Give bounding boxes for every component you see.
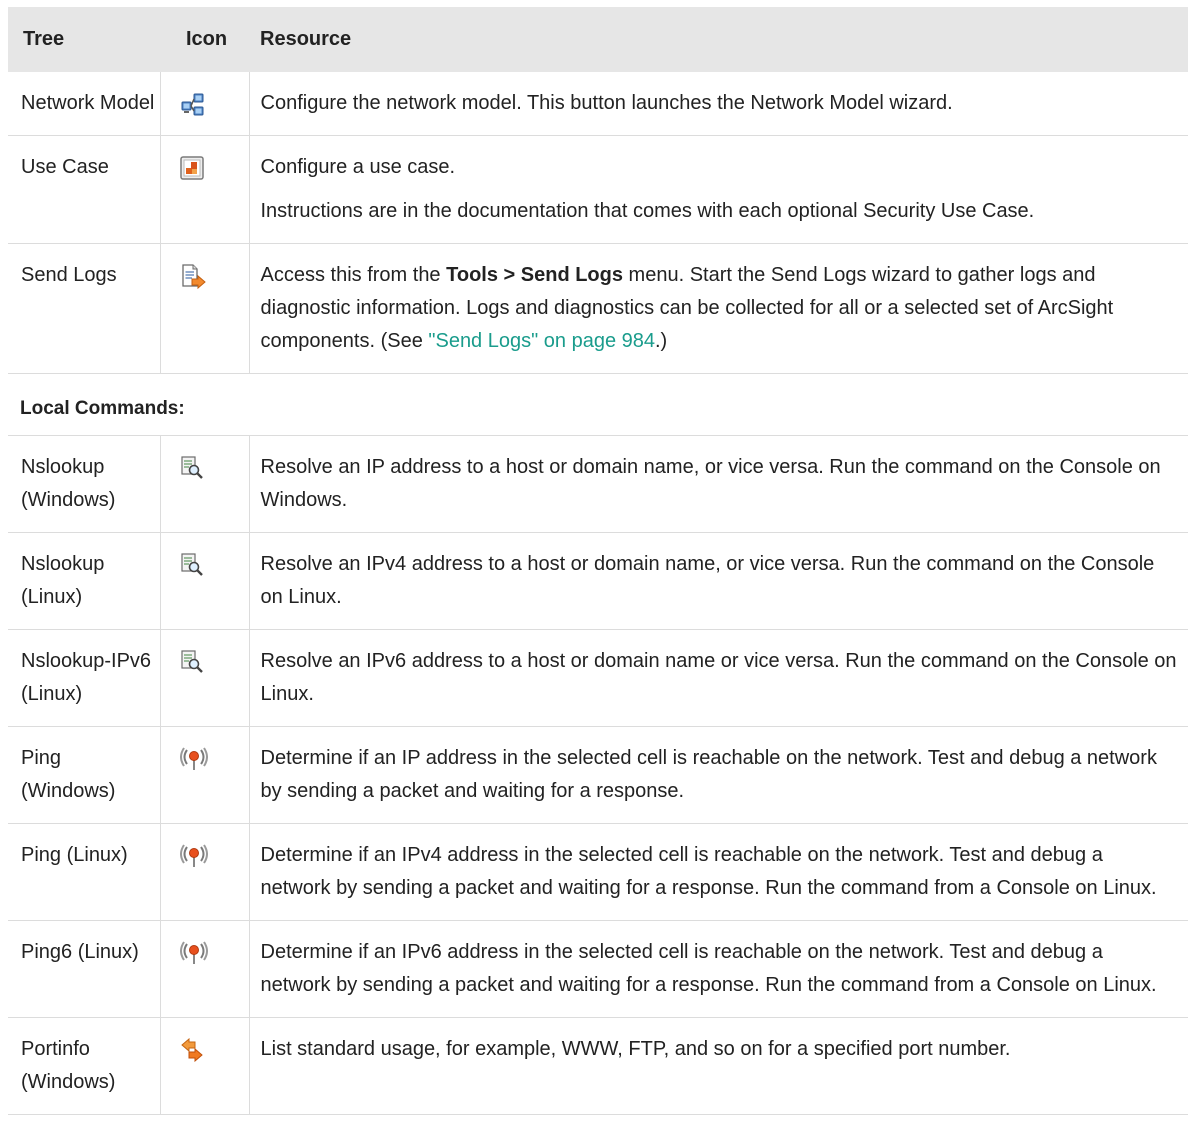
tree-cell: Portinfo (Windows): [8, 1017, 161, 1115]
icon-cell: [160, 72, 250, 136]
tree-cell: Nslookup-IPv6 (Linux): [8, 629, 161, 727]
section-row: Local Commands:: [8, 373, 1188, 436]
icon-cell: [160, 135, 250, 244]
icon-cell: [160, 823, 250, 921]
table-row: Nslookup (Windows) Resolve an IP address…: [8, 435, 1188, 533]
section-label: Local Commands:: [8, 373, 1188, 436]
resource-cell: Determine if an IPv4 address in the sele…: [249, 823, 1188, 921]
tree-cell: Nslookup (Windows): [8, 435, 161, 533]
table-row: Ping6 (Linux) Determine if an IPv6 addre…: [8, 920, 1188, 1018]
tree-cell: Send Logs: [8, 243, 161, 374]
resource-text-before: Access this from the: [260, 264, 447, 286]
resource-cell: Resolve an IPv4 address to a host or dom…: [249, 532, 1188, 630]
ping-icon: [179, 747, 208, 770]
nslookup-icon: [180, 650, 203, 673]
tree-cell: Ping (Linux): [8, 823, 161, 921]
resource-cell: List standard usage, for example, WWW, F…: [249, 1017, 1188, 1115]
table-row: Use Case Configure a use case. Instructi…: [8, 135, 1188, 244]
nslookup-icon: [180, 456, 203, 479]
portinfo-icon: [180, 1038, 203, 1062]
table-row: Nslookup-IPv6 (Linux) Resolve an IPv6 ad…: [8, 629, 1188, 727]
send-logs-link[interactable]: "Send Logs" on page 984: [428, 330, 655, 352]
resource-text: Configure the network model. This button…: [260, 92, 953, 114]
tree-cell: Nslookup (Linux): [8, 532, 161, 630]
icon-cell: [160, 726, 250, 824]
resource-cell: Access this from the Tools > Send Logs m…: [249, 243, 1188, 374]
use-case-icon: [179, 156, 204, 180]
table-header-row: Tree Icon Resource: [8, 7, 1188, 72]
resource-text: Access this from the Tools > Send Logs m…: [261, 259, 1179, 358]
icon-cell: [160, 532, 250, 630]
resource-cell: Configure a use case. Instructions are i…: [249, 135, 1188, 244]
nslookup-icon: [180, 553, 203, 576]
table-row: Nslookup (Linux) Resolve an IPv4 address…: [8, 532, 1188, 630]
resource-text: Instructions are in the documentation th…: [260, 200, 1035, 222]
resource-text: Configure a use case.: [260, 156, 456, 178]
icon-cell: [160, 629, 250, 727]
tree-cell: Use Case: [8, 135, 161, 244]
resource-cell: Resolve an IP address to a host or domai…: [249, 435, 1188, 533]
tree-cell: Network Model: [8, 72, 161, 136]
tree-cell: Ping (Windows): [8, 726, 161, 824]
header-resource: Resource: [260, 28, 352, 50]
table-row: Portinfo (Windows) List standard usage, …: [8, 1017, 1188, 1115]
resource-cell: Determine if an IP address in the select…: [249, 726, 1188, 824]
network-model-icon: [181, 93, 203, 116]
icon-cell: [160, 243, 250, 374]
resource-table: Tree Icon Resource Network Model Configu…: [8, 7, 1188, 1115]
menu-path: Tools > Send Logs: [446, 264, 623, 286]
icon-cell: [160, 1017, 250, 1115]
resource-table-container: Tree Icon Resource Network Model Configu…: [8, 7, 1188, 1115]
resource-cell: Determine if an IPv6 address in the sele…: [249, 920, 1188, 1018]
icon-cell: [160, 920, 250, 1018]
send-logs-icon: [181, 264, 206, 290]
icon-cell: [160, 435, 250, 533]
table-row: Ping (Linux) Determine if an IPv4 addres…: [8, 823, 1188, 921]
ping-icon: [179, 844, 208, 867]
table-row: Ping (Windows) Determine if an IP addres…: [8, 726, 1188, 824]
resource-cell: Configure the network model. This button…: [249, 72, 1188, 136]
table-row: Network Model Configure the network mode…: [8, 72, 1188, 136]
table-row: Send Logs Access this from the Tools > S…: [8, 243, 1188, 374]
tree-cell: Ping6 (Linux): [8, 920, 161, 1018]
resource-text-end: .): [655, 330, 668, 352]
header-icon: Icon: [186, 28, 228, 50]
resource-cell: Resolve an IPv6 address to a host or dom…: [249, 629, 1188, 727]
header-tree: Tree: [23, 28, 65, 50]
ping-icon: [179, 941, 208, 964]
